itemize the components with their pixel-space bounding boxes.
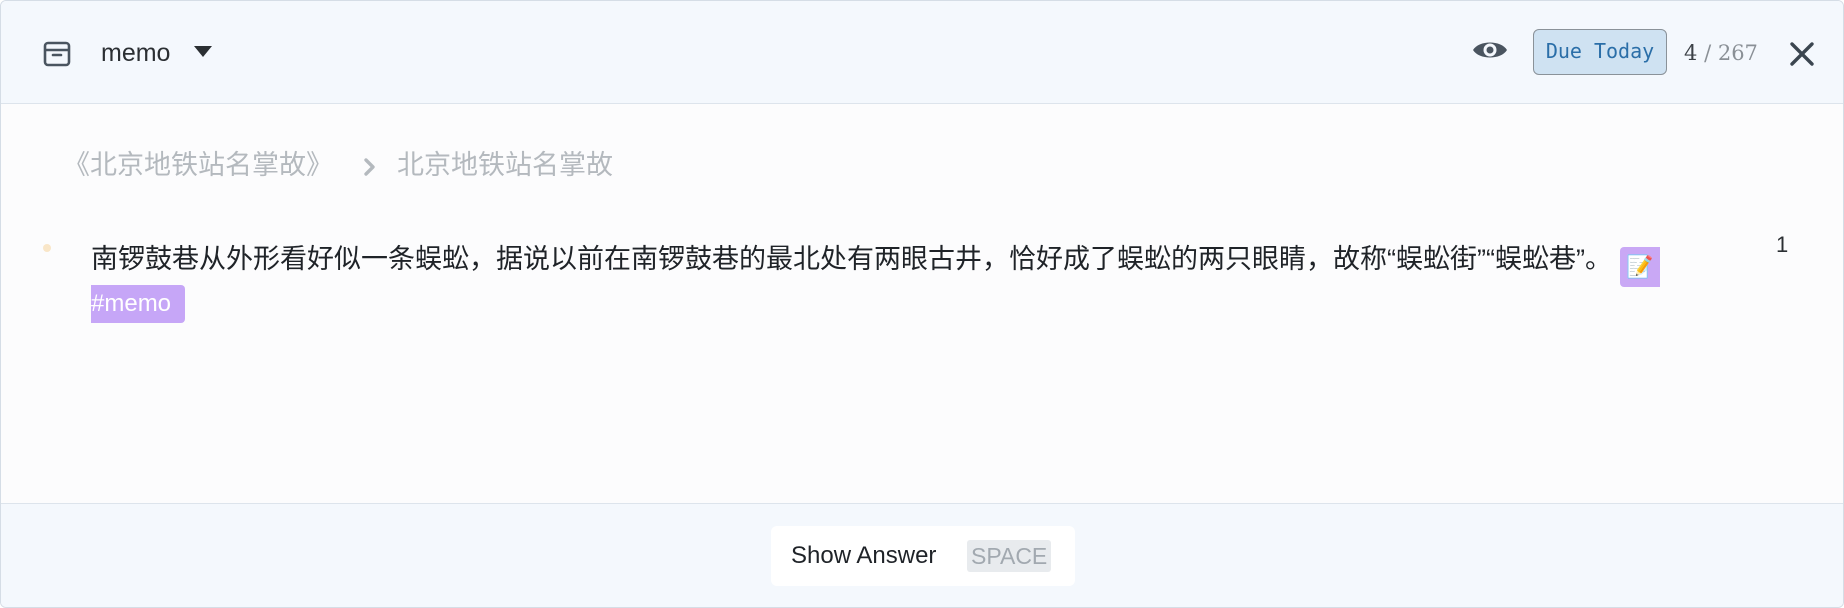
close-icon[interactable]: [1789, 41, 1815, 67]
due-today-button[interactable]: Due Today: [1533, 29, 1667, 75]
card-block[interactable]: 南锣鼓巷从外形看好似一条蜈蚣，据说以前在南锣鼓巷的最北处有两眼古井，恰好成了蜈蚣…: [91, 233, 1727, 287]
deck-name[interactable]: memo: [101, 37, 170, 69]
breadcrumb-page[interactable]: 《北京地铁站名掌故》: [63, 150, 333, 180]
review-header: memo Due Today 4 / 267: [1, 1, 1843, 104]
show-answer-button[interactable]: Show Answer SPACE: [771, 526, 1075, 586]
card-counter: 4 / 267: [1684, 39, 1758, 67]
eye-icon[interactable]: [1471, 35, 1509, 65]
shortcut-key: SPACE: [967, 540, 1052, 572]
counter-separator: /: [1704, 41, 1712, 65]
memo-tag[interactable]: #memo: [91, 285, 186, 323]
archive-box-icon[interactable]: [41, 37, 73, 69]
show-answer-label: Show Answer: [791, 542, 937, 569]
block-bullet[interactable]: [43, 244, 51, 252]
reference-count[interactable]: 1: [1776, 231, 1788, 259]
card-text: 南锣鼓巷从外形看好似一条蜈蚣，据说以前在南锣鼓巷的最北处有两眼古井，恰好成了蜈蚣…: [91, 244, 1612, 274]
caret-down-icon[interactable]: [194, 46, 212, 57]
counter-total: 267: [1717, 41, 1758, 65]
counter-current: 4: [1684, 41, 1698, 65]
breadcrumb-block[interactable]: 北京地铁站名掌故: [397, 150, 613, 180]
chevron-right-icon: [364, 158, 375, 176]
review-footer: Show Answer SPACE: [1, 503, 1843, 607]
review-window: memo Due Today 4 / 267 《北京地铁站名掌故》 北京地铁站名掌…: [0, 0, 1844, 608]
memo-note-icon: 📝: [1619, 247, 1660, 287]
breadcrumb: 《北京地铁站名掌故》 北京地铁站名掌故: [63, 147, 613, 183]
